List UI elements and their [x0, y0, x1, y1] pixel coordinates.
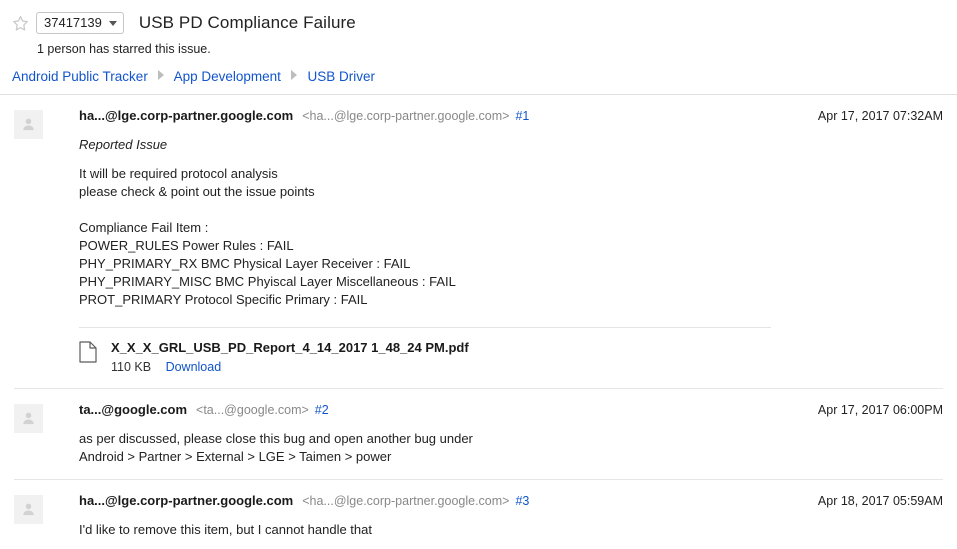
comment-timestamp: Apr 17, 2017 06:00PM — [798, 403, 943, 417]
star-outline-icon[interactable] — [11, 14, 30, 33]
attachment-section: X_X_X_GRL_USB_PD_Report_4_14_2017 1_48_2… — [79, 327, 943, 375]
comment-header: ha...@lge.corp-partner.google.com <ha...… — [79, 108, 943, 123]
chevron-down-icon — [109, 21, 117, 26]
starred-count-text: 1 person has starred this issue. — [0, 42, 957, 56]
comment-text: I'd like to remove this item, but I cann… — [79, 521, 943, 539]
comment-header: ta...@google.com <ta...@google.com> #2 A… — [79, 402, 943, 417]
page-title: USB PD Compliance Failure — [139, 13, 356, 33]
comment-permalink[interactable]: #3 — [515, 494, 529, 508]
issue-id-value: 37417139 — [44, 13, 102, 33]
comment-author: ha...@lge.corp-partner.google.com — [79, 108, 293, 123]
comment-body: ha...@lge.corp-partner.google.com <ha...… — [43, 108, 943, 375]
comment-author-email: <ha...@lge.corp-partner.google.com> — [302, 109, 509, 123]
comment-author: ta...@google.com — [79, 402, 187, 417]
avatar — [14, 110, 43, 139]
attachment-filename[interactable]: X_X_X_GRL_USB_PD_Report_4_14_2017 1_48_2… — [111, 340, 469, 356]
attachment-size: 110 KB — [111, 360, 151, 374]
comment-author-email: <ta...@google.com> — [196, 403, 309, 417]
attachment-meta: 110 KB Download — [111, 360, 469, 375]
breadcrumb-item-component[interactable]: App Development — [174, 69, 281, 84]
download-link[interactable]: Download — [166, 360, 222, 374]
reported-issue-label: Reported Issue — [79, 137, 943, 152]
comment-timestamp: Apr 18, 2017 05:59AM — [798, 494, 943, 508]
avatar — [14, 404, 43, 433]
breadcrumb-item-subcomponent[interactable]: USB Driver — [307, 69, 375, 84]
triangle-right-icon — [291, 70, 297, 80]
comment-body: ha...@lge.corp-partner.google.com <ha...… — [43, 493, 943, 539]
comment-author: ha...@lge.corp-partner.google.com — [79, 493, 293, 508]
person-avatar-icon — [20, 501, 37, 518]
breadcrumb-item-tracker[interactable]: Android Public Tracker — [12, 69, 148, 84]
triangle-right-icon — [158, 70, 164, 80]
attachment-details: X_X_X_GRL_USB_PD_Report_4_14_2017 1_48_2… — [111, 340, 469, 375]
comment-item: ha...@lge.corp-partner.google.com <ha...… — [0, 480, 957, 539]
comment-body: ta...@google.com <ta...@google.com> #2 A… — [43, 402, 943, 466]
comment-author-email: <ha...@lge.corp-partner.google.com> — [302, 494, 509, 508]
comment-timestamp: Apr 17, 2017 07:32AM — [798, 109, 943, 123]
avatar — [14, 495, 43, 524]
comment-text: It will be required protocol analysis pl… — [79, 165, 943, 309]
breadcrumb: Android Public Tracker App Development U… — [0, 69, 957, 84]
comment-permalink[interactable]: #1 — [515, 109, 529, 123]
attachment-item: X_X_X_GRL_USB_PD_Report_4_14_2017 1_48_2… — [79, 340, 883, 375]
comment-text: as per discussed, please close this bug … — [79, 430, 943, 466]
person-avatar-icon — [20, 410, 37, 427]
attachment-divider — [79, 327, 771, 328]
document-file-icon — [79, 341, 99, 365]
issue-header: 37417139 USB PD Compliance Failure 1 per… — [0, 0, 957, 84]
title-row: 37417139 USB PD Compliance Failure — [0, 10, 957, 36]
comment-item: ta...@google.com <ta...@google.com> #2 A… — [0, 389, 957, 466]
person-avatar-icon — [20, 116, 37, 133]
comment-header: ha...@lge.corp-partner.google.com <ha...… — [79, 493, 943, 508]
issue-id-dropdown[interactable]: 37417139 — [36, 12, 124, 34]
comment-permalink[interactable]: #2 — [315, 403, 329, 417]
comment-item: ha...@lge.corp-partner.google.com <ha...… — [0, 95, 957, 375]
